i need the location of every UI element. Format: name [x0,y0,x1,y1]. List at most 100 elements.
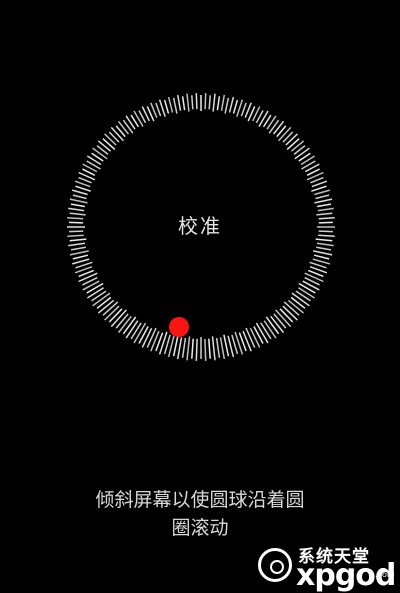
dial-tick [314,189,331,196]
dial-tick [102,138,116,150]
watermark-suffix: .com [375,570,395,579]
dial-tick [212,93,216,112]
compass-calibration-screen: 校准 倾斜屏幕以使圆球沿着圆 圈滚动 系统天堂 xpgod .com [0,0,400,593]
dial-tick [318,216,335,220]
dial-tick [69,212,86,216]
dial-tick [311,185,327,192]
dial-tick [316,242,334,247]
dial-tick [318,234,335,238]
dial-tick [285,133,298,146]
dial-tick [249,327,261,348]
dial-tick [82,280,100,291]
dial-tick [163,99,170,114]
dial-tick [87,287,104,299]
dial-tick [191,338,194,359]
instruction-line-1: 倾斜屏幕以使圆球沿着圆 [95,489,305,511]
dial-tick [268,119,280,134]
dial-tick [115,313,129,329]
dial-tick [316,212,333,216]
dial-tick [68,242,86,247]
dial-tick [67,216,84,220]
dial-tick [313,254,330,260]
dial-tick [232,99,239,114]
dial-tick [294,147,310,160]
dial-tick [204,338,207,361]
dial-tick [279,308,294,323]
dial-tick [278,126,292,142]
dial-tick [224,97,230,114]
dial-tick [104,133,117,146]
dial-tick [97,140,112,152]
dial-tick [298,282,316,294]
dial-tick [317,203,332,208]
dial-tick [191,95,194,110]
dial-tick [181,96,186,111]
dial-tick [195,338,198,361]
dial-tick [172,334,179,357]
dial-tick [72,254,89,260]
dial-tick [211,336,216,361]
dial-tick [69,221,84,224]
dial-tick [208,338,211,359]
dial-tick [314,198,333,204]
calibration-label: 校准 [178,214,222,238]
dial-tick [130,322,142,340]
watermark-logo: 系统天堂 xpgod .com [258,540,398,593]
dial-tick [208,95,211,110]
dial-tick [253,326,264,344]
dial-tick [295,290,311,302]
dial-tick [75,185,91,192]
dial-tick [313,250,333,256]
dial-tick [310,176,324,184]
dial-tick [181,337,187,358]
dial-tick [223,334,230,357]
dial-tick [240,102,247,117]
dial-tick [317,207,334,212]
dial-tick [318,221,333,224]
dial-tick [72,194,87,200]
dial-tick [70,246,86,251]
dial-tick [172,97,178,114]
dial-tick [258,110,269,127]
dial-tick [260,322,272,340]
dial-tick [204,93,207,110]
dial-tick [78,176,92,184]
dial-tick [133,110,144,127]
dial-tick [318,230,333,233]
dial-tick [176,337,183,360]
dial-tick [122,119,134,134]
dial-tick [195,93,198,110]
dial-tick [186,336,191,361]
dial-tick [219,337,226,360]
dial-tick [312,258,331,265]
watermark-emblem-icon [258,548,292,582]
dial-tick [273,120,285,135]
dial-tick [78,272,98,283]
dial-tick [245,327,256,348]
dial-tick [167,96,174,113]
dial-tick [92,147,108,160]
dial-tick [176,94,182,111]
dial-tick [220,94,226,111]
dial-tick [138,326,149,344]
dial-tick [141,327,153,348]
dial-tick [315,194,330,200]
dial-tick [216,96,221,111]
dial-tick [110,126,124,142]
dial-tick [186,93,190,112]
dial-tick [304,272,324,283]
dial-tick [71,258,90,265]
dial-tick [228,96,235,113]
dial-tick [315,238,333,242]
calibration-ball [169,317,189,337]
dial-tick [155,102,162,117]
dial-tick [69,250,89,256]
dial-tick [286,138,300,150]
dial-tick [215,337,221,358]
dial-tick [68,207,85,212]
dial-tick [117,120,129,135]
dial-tick [69,198,88,204]
dial-tick [146,327,157,348]
dial-tick [290,140,305,152]
dial-tick [67,234,84,238]
